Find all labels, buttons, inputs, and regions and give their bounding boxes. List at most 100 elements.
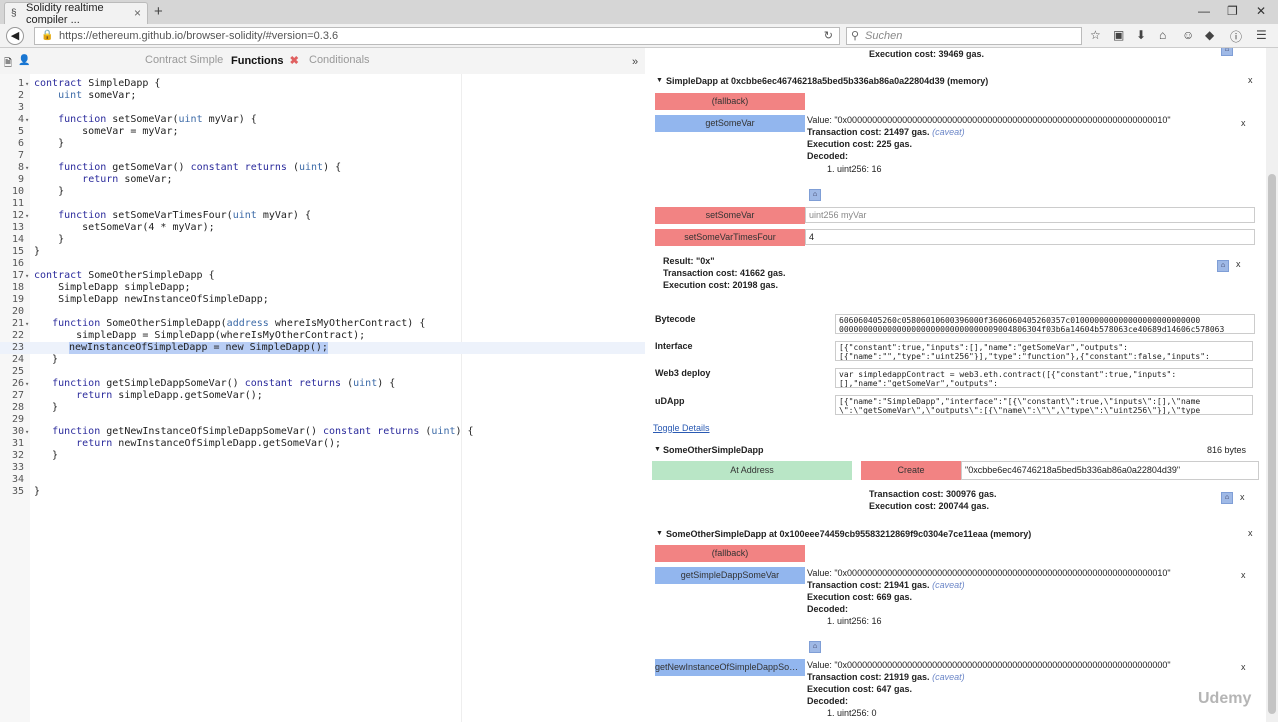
toggle-details-link[interactable]: Toggle Details xyxy=(653,423,710,433)
code-line[interactable]: 26 ▾ function getSimpleDappSomeVar() cons… xyxy=(0,378,645,390)
address-bar[interactable]: 🔒 https://ethereum.github.io/browser-sol… xyxy=(34,27,840,45)
create-button[interactable]: Create xyxy=(861,461,961,480)
getsimpledappsomevar-button[interactable]: getSimpleDappSomeVar xyxy=(655,567,805,584)
fold-arrow-icon[interactable]: ▾ xyxy=(25,426,29,438)
pin-result3-icon[interactable]: ⌂ xyxy=(809,641,821,653)
bytecode-textarea[interactable]: 606060405260c05806010600396000f360606040… xyxy=(835,314,1255,334)
code-editor[interactable]: 1 ▾ contract SimpleDapp {2 uint someVar; 3 4… xyxy=(0,74,645,722)
code-line[interactable]: 32 } xyxy=(0,450,645,462)
web3-deploy-textarea[interactable]: var simpledappContract = web3.eth.contra… xyxy=(835,368,1253,388)
code-line[interactable]: 28 } xyxy=(0,402,645,414)
fold-arrow-icon[interactable]: ▾ xyxy=(25,270,29,282)
close-result4-icon[interactable]: x xyxy=(1241,662,1246,672)
code-line[interactable]: 22 simpleDapp = SimpleDapp(whereIsMyOthe… xyxy=(0,330,645,342)
close-result2-icon[interactable]: x xyxy=(1236,259,1241,269)
maximize-icon[interactable]: ❐ xyxy=(1227,4,1238,18)
code-line[interactable]: 15} xyxy=(0,246,645,258)
close-instance1-icon[interactable]: x xyxy=(1248,75,1253,85)
setsomevartimesfour-input[interactable]: 4 xyxy=(805,229,1255,245)
fold-arrow-icon[interactable]: ▾ xyxy=(25,210,29,222)
code-line[interactable]: 19 SimpleDapp newInstanceOfSimpleDapp; xyxy=(0,294,645,306)
code-line[interactable]: 13 setSomeVar(4 * myVar); xyxy=(0,222,645,234)
code-line[interactable]: 7 xyxy=(0,150,645,162)
code-line[interactable]: 21 ▾ function SomeOtherSimpleDapp(address… xyxy=(0,318,645,330)
close-result-icon[interactable]: x xyxy=(1241,118,1246,128)
code-line[interactable]: 3 xyxy=(0,102,645,114)
code-line[interactable]: 31 return newInstanceOfSimpleDapp.getSom… xyxy=(0,438,645,450)
caveat-link[interactable]: (caveat) xyxy=(932,580,965,590)
caveat-link[interactable]: (caveat) xyxy=(932,672,965,682)
clipboard-icon[interactable]: ▣ xyxy=(1113,28,1124,42)
code-line[interactable]: 9 return someVar; xyxy=(0,174,645,186)
code-line[interactable]: 18 SimpleDapp simpleDapp; xyxy=(0,282,645,294)
code-line[interactable]: 2 uint someVar; xyxy=(0,90,645,102)
pin-result2-icon[interactable]: ⌂ xyxy=(1217,260,1229,272)
code-line[interactable]: 10 } xyxy=(0,186,645,198)
setsomevartimesfour-button[interactable]: setSomeVarTimesFour xyxy=(655,229,805,246)
expand-triangle-icon[interactable]: ▼ xyxy=(656,530,663,537)
close-window-icon[interactable]: ✕ xyxy=(1256,4,1266,18)
fold-arrow-icon[interactable]: ▾ xyxy=(25,78,29,90)
home-icon[interactable]: ⌂ xyxy=(1159,28,1166,42)
fold-arrow-icon[interactable]: ▾ xyxy=(25,162,29,174)
fold-arrow-icon[interactable]: ▾ xyxy=(25,318,29,330)
fold-arrow-icon[interactable]: ▾ xyxy=(25,114,29,126)
code-line[interactable]: 35} xyxy=(0,486,645,498)
pin-icon[interactable]: ⌂ xyxy=(1221,48,1233,56)
info-icon[interactable]: ⓘ xyxy=(1230,28,1242,45)
reload-icon[interactable]: ↻ xyxy=(824,28,833,44)
caveat-link[interactable]: (caveat) xyxy=(932,127,965,137)
code-line[interactable]: 24 } xyxy=(0,354,645,366)
getnewinstance-button[interactable]: getNewInstanceOfSimpleDappSomeVar xyxy=(655,659,805,676)
collapse-panel-icon[interactable]: » xyxy=(632,56,638,68)
setsomevar-button[interactable]: setSomeVar xyxy=(655,207,805,224)
code-line[interactable]: 23 newInstanceOfSimpleDapp = new SimpleDa… xyxy=(0,342,645,354)
code-line[interactable]: 25 xyxy=(0,366,645,378)
file-icon[interactable]: 🗎 xyxy=(4,56,12,73)
menu-icon[interactable]: ☰ xyxy=(1256,28,1267,42)
code-line[interactable]: 14 } xyxy=(0,234,645,246)
browser-tab[interactable]: § Solidity realtime compiler ... × xyxy=(4,2,148,26)
code-line[interactable]: 16 xyxy=(0,258,645,270)
download-icon[interactable]: ⬇ xyxy=(1136,28,1146,42)
getsomevar-button[interactable]: getSomeVar xyxy=(655,115,805,132)
create-address-input[interactable]: "0xcbbe6ec46746218a5bed5b336ab86a0a22804… xyxy=(961,461,1259,480)
code-line[interactable]: 33 xyxy=(0,462,645,474)
code-line[interactable]: 6 } xyxy=(0,138,645,150)
code-line[interactable]: 8 ▾ function getSomeVar() constant return… xyxy=(0,162,645,174)
star-icon[interactable]: ☆ xyxy=(1090,28,1101,42)
scrollbar[interactable] xyxy=(1266,48,1278,722)
close-create-icon[interactable]: x xyxy=(1240,492,1245,502)
close-file-icon[interactable]: ✖ xyxy=(290,55,299,67)
expand-triangle-icon[interactable]: ▼ xyxy=(656,77,663,84)
tab-conditionals[interactable]: Conditionals xyxy=(309,54,370,66)
fallback-button[interactable]: (fallback) xyxy=(655,93,805,110)
code-line[interactable]: 12 ▾ function setSomeVarTimesFour(uint my… xyxy=(0,210,645,222)
new-tab-button[interactable]: + xyxy=(154,3,163,20)
code-line[interactable]: 11 xyxy=(0,198,645,210)
search-input[interactable]: ⚲ Suchen xyxy=(846,27,1082,45)
tab-functions[interactable]: Functions ✖ xyxy=(231,54,299,67)
setsomevar-input[interactable]: uint256 myVar xyxy=(805,207,1255,223)
fallback2-button[interactable]: (fallback) xyxy=(655,545,805,562)
close-result3-icon[interactable]: x xyxy=(1241,570,1246,580)
code-line[interactable]: 27 return simpleDapp.getSomeVar(); xyxy=(0,390,645,402)
pin-result-icon[interactable]: ⌂ xyxy=(809,189,821,201)
code-line[interactable]: 20 xyxy=(0,306,645,318)
user-icon[interactable]: 👤 xyxy=(18,55,30,66)
code-line[interactable]: 5 someVar = myVar; xyxy=(0,126,645,138)
expand-triangle-icon[interactable]: ▼ xyxy=(654,446,661,453)
minimize-icon[interactable]: — xyxy=(1198,4,1210,18)
code-line[interactable]: 1 ▾ contract SimpleDapp { xyxy=(0,78,645,90)
code-line[interactable]: 29 xyxy=(0,414,645,426)
interface-textarea[interactable]: [{"constant":true,"inputs":[],"name":"ge… xyxy=(835,341,1253,361)
at-address-button[interactable]: At Address xyxy=(652,461,852,480)
scrollbar-thumb[interactable] xyxy=(1268,174,1276,714)
udapp-textarea[interactable]: [{"name":"SimpleDapp","interface":"[{\"c… xyxy=(835,395,1253,415)
code-line[interactable]: 30 ▾ function getNewInstanceOfSimpleDappS… xyxy=(0,426,645,438)
close-tab-icon[interactable]: × xyxy=(134,6,141,20)
code-line[interactable]: 4 ▾ function setSomeVar(uint myVar) { xyxy=(0,114,645,126)
shield-icon[interactable]: ◆ xyxy=(1205,28,1214,42)
code-line[interactable]: 17 ▾ contract SomeOtherSimpleDapp { xyxy=(0,270,645,282)
code-line[interactable]: 34 xyxy=(0,474,645,486)
